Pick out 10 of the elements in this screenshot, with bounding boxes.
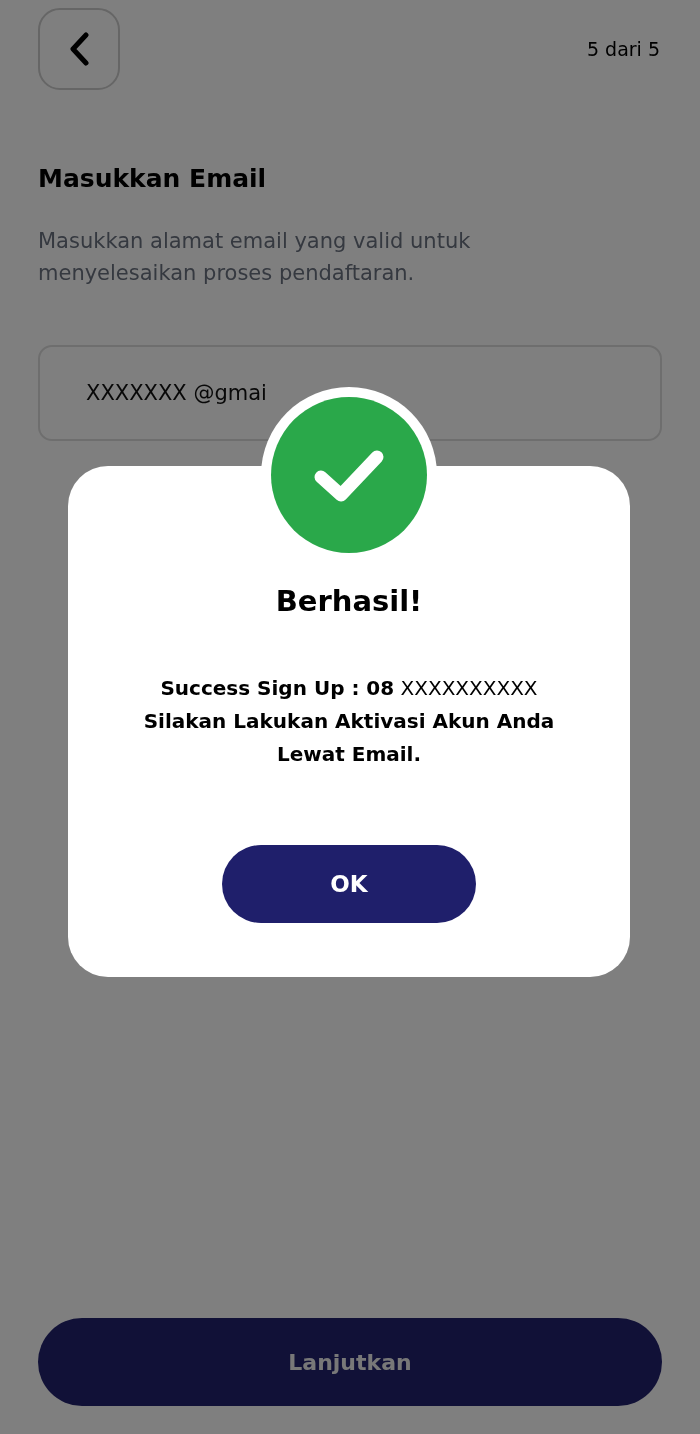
page-title: Masukkan Email xyxy=(38,164,268,193)
email-field[interactable]: XXXXXXX @gmai xyxy=(38,345,662,441)
back-button[interactable] xyxy=(38,8,120,90)
dialog-title: Berhasil! xyxy=(275,584,423,618)
step-counter: 5 dari 5 xyxy=(586,38,660,60)
continue-button[interactable]: Lanjutkan xyxy=(38,1318,662,1406)
page-description: Masukkan alamat email yang valid untuk menyelesaikan proses pendaftaran. xyxy=(38,228,472,287)
dialog-message: Success Sign Up : 08 XXXXXXXXXX Silakan Lakukan Aktivasi Akun Anda Lewat Email. xyxy=(142,675,556,768)
ok-button[interactable]: OK xyxy=(222,845,476,923)
back-icon xyxy=(68,32,90,66)
